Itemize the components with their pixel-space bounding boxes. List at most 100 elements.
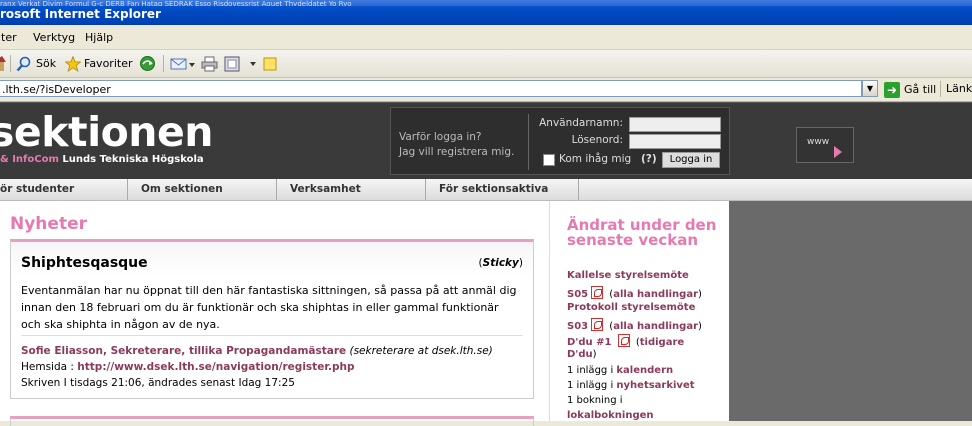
- change-s05: S05 (alla handlingar): [567, 286, 702, 300]
- author-email: (sekreterare at dsek.lth.se): [349, 345, 493, 357]
- remember-me-checkbox[interactable]: [543, 154, 555, 166]
- search-label: Sök: [36, 57, 57, 70]
- links-label[interactable]: Länka: [940, 81, 972, 97]
- change-nyhetsarkivet: 1 inlägg i nyhetsarkivet: [567, 380, 695, 391]
- messenger-button[interactable]: [262, 54, 278, 73]
- paren-open: (: [632, 337, 640, 348]
- change-kalendern: 1 inlägg i kalendern: [567, 365, 673, 376]
- next-news-card: [10, 416, 534, 426]
- login-divider: [528, 114, 529, 170]
- change-ddu-cont: D'du): [567, 349, 597, 360]
- print-icon: [201, 56, 218, 71]
- edit-button[interactable]: [224, 54, 256, 73]
- paren-close: ): [698, 321, 702, 332]
- news-separator: [21, 335, 523, 336]
- sticky-close: ): [518, 257, 523, 269]
- nav-tab-about[interactable]: Om sektionen: [128, 179, 277, 200]
- news-title[interactable]: Shiphtesqasque: [21, 255, 148, 271]
- ddu1-link[interactable]: D'du #1: [567, 337, 611, 348]
- register-link[interactable]: Jag vill registrera mig.: [399, 146, 514, 158]
- homepage-label: Hemsida :: [21, 361, 78, 373]
- ddu-link[interactable]: D'du: [567, 349, 593, 360]
- go-button[interactable]: ➜ Gå till: [884, 80, 936, 99]
- window-title-bar: ranx Verkat Divim Formul G-c DERB Fan Ha…: [0, 0, 972, 25]
- news-author-line: Sofie Eliasson, Sekreterare, tillika Pro…: [21, 345, 493, 357]
- nav-tab-activities[interactable]: Verksamhet: [277, 179, 426, 200]
- go-arrow-icon: ➜: [884, 81, 900, 98]
- why-login-link[interactable]: Varför logga in?: [399, 131, 481, 143]
- favorites-label: Favoriter: [84, 57, 133, 70]
- recent-changes-column: Ändrat under den senaste veckan Kallelse…: [567, 218, 727, 422]
- taskbar-strip: ranx Verkat Divim Formul G-c DERB Fan Ha…: [0, 0, 972, 6]
- password-field[interactable]: [629, 134, 721, 149]
- inlagg-text: 1 inlägg i: [567, 380, 617, 391]
- username-label: Användarnamn:: [539, 117, 623, 129]
- tidigare-link[interactable]: tidigare: [640, 337, 684, 348]
- username-field[interactable]: [629, 117, 721, 132]
- homepage-link[interactable]: http://www.dsek.lth.se/navigation/regist…: [77, 361, 354, 373]
- change-kallelse: Kallelse styrelsemöte: [567, 270, 689, 281]
- s03-link[interactable]: S03: [567, 321, 588, 332]
- menu-item-favorites[interactable]: iter: [0, 31, 17, 44]
- nyhetsarkivet-link[interactable]: nyhetsarkivet: [616, 380, 694, 391]
- go-label: Gå till: [904, 83, 937, 96]
- media-icon: [140, 56, 155, 71]
- login-button[interactable]: Logga in: [662, 152, 720, 168]
- help-link[interactable]: (?): [641, 153, 657, 165]
- menu-item-help[interactable]: Hjälp: [85, 31, 113, 44]
- pdf-icon[interactable]: [591, 286, 604, 299]
- change-protokoll: Protokoll styrelsemöte: [567, 302, 695, 313]
- column-divider: [549, 201, 550, 421]
- lokalbokningen-link[interactable]: lokalbokningen: [567, 410, 654, 421]
- sticky-badge: (Sticky): [479, 257, 523, 269]
- bokning-text: 1 bokning i: [567, 395, 623, 406]
- media-button[interactable]: [139, 54, 156, 73]
- menu-item-tools[interactable]: Verktyg: [33, 31, 75, 44]
- home-icon[interactable]: [0, 54, 6, 73]
- alla-handlingar-link[interactable]: alla handlingar: [613, 289, 698, 300]
- kallelse-link[interactable]: Kallelse styrelsemöte: [567, 270, 689, 281]
- arrow-right-icon: [834, 146, 842, 158]
- tagline-infocom: & InfoCom: [0, 154, 59, 165]
- toolbar: Sök Favoriter: [0, 50, 972, 78]
- main-content: Nyheter Shiphtesqasque (Sticky) Eventanm…: [0, 201, 972, 426]
- www-button[interactable]: www: [796, 127, 854, 163]
- news-card: Shiphtesqasque (Sticky) Eventanmälan har…: [10, 239, 534, 399]
- nav-tab-students[interactable]: ör studenter: [0, 179, 128, 200]
- author-link[interactable]: Sofie Eliasson, Sekreterare, tillika Pro…: [21, 345, 346, 357]
- s05-link[interactable]: S05: [567, 289, 588, 300]
- www-label: www: [807, 137, 830, 147]
- window-title: rosoft Internet Explorer: [0, 7, 161, 21]
- kalendern-link[interactable]: kalendern: [616, 365, 673, 376]
- news-body: Eventanmälan har nu öppnat till den här …: [21, 284, 517, 331]
- star-icon: [65, 55, 81, 72]
- pdf-icon[interactable]: [617, 334, 630, 347]
- site-nav: ör studenter Om sektionen Verksamhet För…: [0, 179, 972, 201]
- menu-bar: iter Verktyg Hjälp: [0, 25, 972, 50]
- news-homepage-line: Hemsida : http://www.dsek.lth.se/navigat…: [21, 361, 355, 373]
- address-dropdown-button[interactable]: ▼: [862, 80, 878, 97]
- edit-icon: [224, 56, 256, 71]
- print-button[interactable]: [201, 54, 218, 73]
- remember-me-label: Kom ihåg mig: [559, 153, 632, 165]
- change-bokning: 1 bokning i: [567, 395, 623, 406]
- search-button[interactable]: Sök: [16, 54, 56, 73]
- site-logo[interactable]: sektionen: [0, 109, 213, 155]
- news-meta: Skriven I tisdags 21:06, ändrades senast…: [21, 377, 295, 389]
- toolbar-separator: [10, 55, 11, 72]
- mail-button[interactable]: [170, 54, 196, 73]
- alla-handlingar-link[interactable]: alla handlingar: [613, 321, 698, 332]
- sticky-label: Sticky: [482, 257, 519, 269]
- news-column: Nyheter Shiphtesqasque (Sticky) Eventanm…: [0, 201, 549, 426]
- mail-icon: [170, 58, 195, 69]
- site-header: sektionen & InfoCom Lunds Tekniska Högsk…: [0, 102, 972, 179]
- pdf-icon[interactable]: [591, 318, 604, 331]
- site-tagline: & InfoCom Lunds Tekniska Högskola: [0, 154, 204, 165]
- right-background: [729, 201, 972, 421]
- address-input[interactable]: .lth.se/?isDeveloper: [0, 80, 862, 97]
- toolbar-separator: [163, 55, 164, 72]
- nav-tab-section-active[interactable]: För sektionsaktiva: [426, 179, 579, 200]
- protokoll-link[interactable]: Protokoll styrelsemöte: [567, 302, 695, 313]
- favorites-button[interactable]: Favoriter: [65, 54, 132, 73]
- address-bar: .lth.se/?isDeveloper ▼ ➜ Gå till Länka: [0, 78, 972, 102]
